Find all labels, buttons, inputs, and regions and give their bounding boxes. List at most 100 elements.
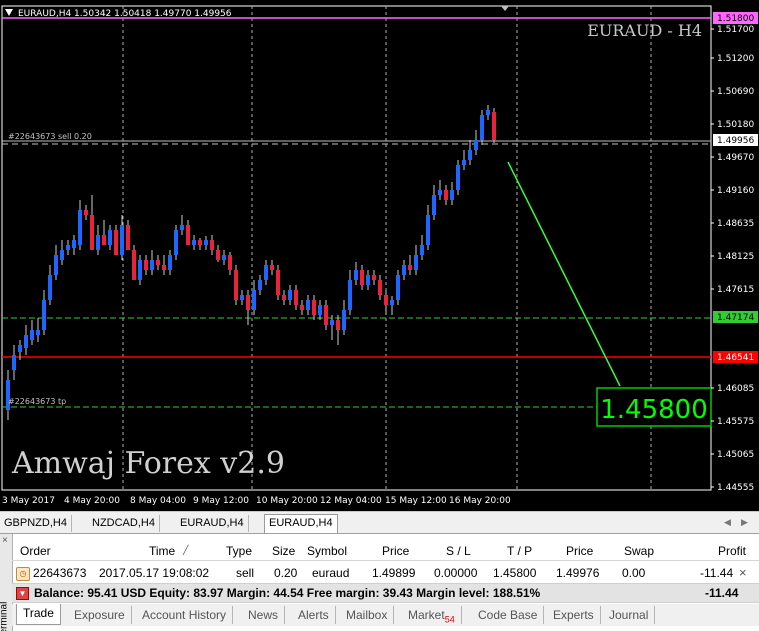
candle-body <box>384 295 388 305</box>
candle-body <box>198 240 202 245</box>
candle-body <box>24 335 28 348</box>
chart-tab-euraud-active[interactable]: EURAUD,H4 <box>264 514 338 534</box>
close-order-icon[interactable]: × <box>739 565 747 580</box>
col-type[interactable]: Type <box>226 544 252 558</box>
candle-body <box>138 260 142 280</box>
market-badge: 54 <box>444 614 455 625</box>
price-axis-label: 1.45575 <box>717 417 754 427</box>
tab-experts[interactable]: Experts <box>547 606 601 624</box>
price-axis-label: 1.50180 <box>717 120 754 130</box>
time-axis-label: 4 May 20:00 <box>64 496 120 506</box>
candle-body <box>126 225 130 250</box>
candle-body <box>462 160 466 165</box>
candle-body <box>210 240 214 250</box>
col-size[interactable]: Size <box>272 544 295 558</box>
candle-body <box>282 295 286 300</box>
watermark-text: Amwaj Forex v2.9 <box>11 446 285 481</box>
candle-body <box>390 300 394 305</box>
candle-body <box>246 295 250 310</box>
candle-body <box>222 255 226 260</box>
shift-marker-icon[interactable] <box>501 6 509 11</box>
col-price-open[interactable]: Price <box>382 544 409 558</box>
candle-body <box>294 290 298 305</box>
tab-scroll-left-icon[interactable]: ◀ <box>724 517 731 528</box>
candle-body <box>102 235 106 245</box>
cell-sl[interactable]: 0.00000 <box>434 566 477 580</box>
tab-mailbox[interactable]: Mailbox <box>340 606 395 624</box>
time-axis[interactable]: 3 May 2017 4 May 20:00 8 May 04:00 9 May 12… <box>2 496 511 506</box>
chart-tab-euraud-1[interactable]: EURAUD,H4 <box>176 515 249 532</box>
terminal-window: EURAUD,H4 1.50342 1.50418 1.49770 1.4995… <box>0 0 759 631</box>
tab-market[interactable]: Market54 <box>402 606 462 624</box>
candle-body <box>234 270 238 300</box>
price-chart[interactable]: EURAUD,H4 1.50342 1.50418 1.49770 1.4995… <box>0 0 759 511</box>
candle-body <box>132 250 136 280</box>
current-price-text: 1.49956 <box>717 136 754 146</box>
tab-alerts[interactable]: Alerts <box>292 606 336 624</box>
tab-code-base[interactable]: Code Base <box>472 606 545 624</box>
tab-news[interactable]: News <box>242 606 286 624</box>
tab-account-history[interactable]: Account History <box>136 606 234 624</box>
candle-body <box>114 230 118 255</box>
candle-body <box>156 260 160 265</box>
candle-body <box>378 280 382 295</box>
col-swap[interactable]: Swap <box>624 544 654 558</box>
tab-trade[interactable]: Trade <box>16 604 61 625</box>
time-axis-label: 8 May 04:00 <box>130 496 186 506</box>
candle-body <box>162 265 166 270</box>
candle-body <box>474 140 478 150</box>
candle-body <box>330 320 334 325</box>
col-symbol[interactable]: Symbol <box>307 544 347 558</box>
cell-symbol: euraud <box>312 566 350 580</box>
forecast-trendline[interactable] <box>507 161 621 387</box>
time-axis-label: 15 May 12:00 <box>385 496 447 506</box>
chart-tab-nzdcad[interactable]: NZDCAD,H4 <box>88 515 160 532</box>
candle-body <box>78 210 82 245</box>
price-axis[interactable]: 1.51700 1.51200 1.50690 1.50180 1.49670 1.491… <box>711 25 754 493</box>
candle-body <box>276 270 280 295</box>
magenta-price-text: 1.51800 <box>717 14 754 24</box>
candle-body <box>192 240 196 245</box>
candle-body <box>150 260 154 270</box>
price-axis-label: 1.46085 <box>717 384 754 394</box>
chart-tab-gbpnzd[interactable]: GBPNZD,H4 <box>0 515 72 532</box>
tab-journal[interactable]: Journal <box>603 606 656 624</box>
candle-body <box>300 305 304 310</box>
cell-type: sell <box>236 566 255 580</box>
col-time[interactable]: Time <box>149 544 175 558</box>
tab-scroll-right-icon[interactable]: ▶ <box>741 517 748 528</box>
candle-body <box>60 250 64 260</box>
candle-body <box>444 190 448 200</box>
candle-body <box>324 305 328 325</box>
candle-body <box>318 305 322 315</box>
col-profit[interactable]: Profit <box>718 544 746 558</box>
col-order[interactable]: Order <box>20 544 51 558</box>
candle-body <box>486 110 490 115</box>
tab-exposure[interactable]: Exposure <box>68 606 132 624</box>
candle-body <box>204 240 208 245</box>
cell-tp[interactable]: 1.45800 <box>493 566 536 580</box>
price-axis-label: 1.45065 <box>717 450 754 460</box>
chart-menu-icon[interactable] <box>5 9 13 16</box>
target-price-text: 1.45800 <box>600 395 708 425</box>
col-price-current[interactable]: Price <box>566 544 593 558</box>
candle-body <box>402 265 406 275</box>
red-price-text: 1.46541 <box>717 353 754 363</box>
candle-body <box>270 265 274 270</box>
order-tp-label: #22643673 tp <box>8 397 66 406</box>
candle-body <box>264 265 268 280</box>
candle-body <box>96 235 100 250</box>
candle-body <box>84 210 88 215</box>
chart-canvas[interactable]: EURAUD,H4 1.50342 1.50418 1.49770 1.4995… <box>0 0 759 511</box>
price-axis-label: 1.44555 <box>717 483 754 493</box>
candle-body <box>186 225 190 245</box>
candle-body <box>66 245 70 250</box>
candle-body <box>432 195 436 215</box>
price-axis-label: 1.50690 <box>717 87 754 97</box>
col-tp[interactable]: T / P <box>507 544 532 558</box>
col-sl[interactable]: S / L <box>446 544 471 558</box>
candle-body <box>336 320 340 330</box>
balance-arrow-icon: ▼ <box>16 587 29 600</box>
candle-body <box>48 275 52 300</box>
close-terminal-icon[interactable]: × <box>2 535 8 546</box>
